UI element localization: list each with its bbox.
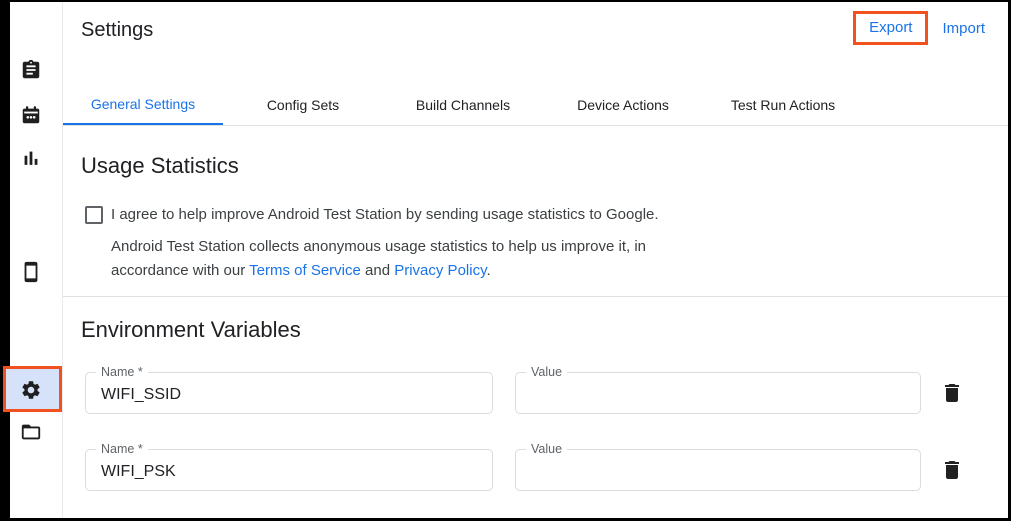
tab-config-sets[interactable]: Config Sets [223,85,383,125]
bar-chart-icon [20,147,42,169]
usage-statistics-section: Usage Statistics I agree to help improve… [63,153,1008,283]
agree-row: I agree to help improve Android Test Sta… [81,203,1008,227]
tab-device-actions[interactable]: Device Actions [543,85,703,125]
usage-statistics-checkbox[interactable] [85,206,103,224]
name-input[interactable] [86,373,492,413]
settings-tabbar: General Settings Config Sets Build Chann… [63,85,1008,126]
trash-icon [940,381,964,405]
export-annotation-box: Export [853,11,928,45]
privacy-policy-link[interactable]: Privacy Policy [394,262,486,279]
content-header: Settings Export Import [63,2,1008,85]
value-field-label: Value [526,442,567,456]
agree-label: I agree to help improve Android Test Sta… [111,203,689,227]
value-input[interactable] [516,373,920,413]
delete-variable-button[interactable] [940,458,964,482]
main-content: Settings Export Import General Settings … [63,2,1008,518]
page-title: Settings [81,17,153,43]
name-field-wrapper: Name * [85,372,493,414]
value-field-wrapper: Value [515,372,921,414]
settings-gear-icon [20,379,42,401]
sidebar-item-reports[interactable] [20,147,42,169]
trash-icon [940,458,964,482]
sidebar-item-devices[interactable] [20,261,42,283]
name-input[interactable] [86,450,492,490]
value-field-wrapper: Value [515,449,921,491]
tab-build-channels[interactable]: Build Channels [383,85,543,125]
usage-statistics-heading: Usage Statistics [81,153,1008,179]
sidebar-item-settings[interactable] [20,379,42,401]
usage-description-period: . [486,262,490,279]
app-window: Settings Export Import General Settings … [10,2,1008,518]
usage-description: Android Test Station collects anonymous … [111,235,711,283]
calendar-icon [20,104,42,126]
sidebar-item-schedule[interactable] [20,104,42,126]
assignment-icon [20,59,42,81]
usage-description-and: and [361,262,394,279]
sidebar [10,2,63,518]
header-links: Export Import [853,11,985,45]
smartphone-icon [20,261,42,283]
env-variable-row: Name * Value [81,449,1008,491]
delete-variable-button[interactable] [940,381,964,405]
name-field-label: Name * [96,365,148,379]
section-divider [63,296,1008,297]
tab-test-run-actions[interactable]: Test Run Actions [703,85,863,125]
sidebar-item-files[interactable] [20,421,42,443]
sidebar-item-test-plans[interactable] [20,59,42,81]
import-button[interactable]: Import [942,20,985,37]
environment-variables-heading: Environment Variables [81,317,1008,343]
tab-general-settings[interactable]: General Settings [63,85,223,125]
value-input[interactable] [516,450,920,490]
folder-icon [20,421,42,443]
value-field-label: Value [526,365,567,379]
name-field-wrapper: Name * [85,449,493,491]
name-field-label: Name * [96,442,148,456]
environment-variables-section: Environment Variables Name * Value [63,317,1008,491]
terms-of-service-link[interactable]: Terms of Service [249,262,361,279]
screenshot-frame: Settings Export Import General Settings … [0,0,1011,521]
export-button[interactable]: Export [869,19,912,36]
env-variable-row: Name * Value [81,372,1008,414]
